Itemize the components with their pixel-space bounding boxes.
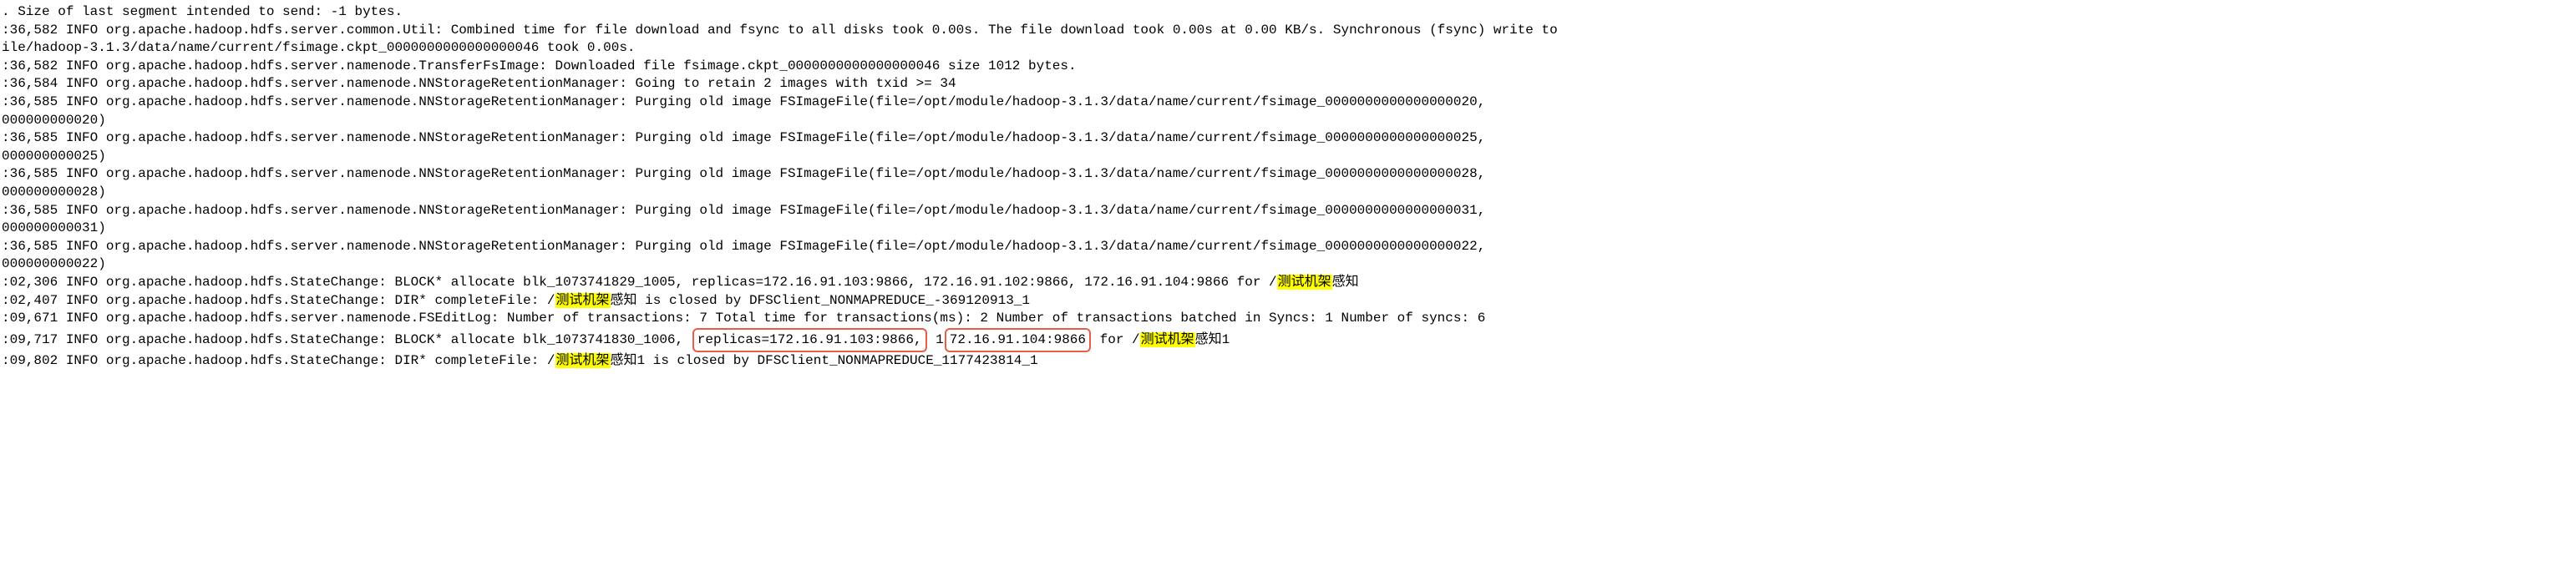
log-text: 感知 — [1332, 275, 1359, 290]
log-text: 感知1 — [1195, 332, 1230, 347]
log-text: 感知1 is closed by DFSClient_NONMAPREDUCE_… — [611, 353, 1038, 368]
log-line-block-allocate-boxed: :09,717 INFO org.apache.hadoop.hdfs.Stat… — [2, 328, 2574, 353]
log-line: :36,584 INFO org.apache.hadoop.hdfs.serv… — [2, 75, 2574, 93]
log-line-complete-file: :02,407 INFO org.apache.hadoop.hdfs.Stat… — [2, 292, 2574, 311]
highlight-text: 测试机架 — [1277, 275, 1332, 290]
highlight-text: 测试机架 — [555, 293, 611, 308]
highlight-text: 测试机架 — [1140, 332, 1195, 347]
log-line: ile/hadoop-3.1.3/data/name/current/fsima… — [2, 39, 2574, 58]
log-line: 000000000020) — [2, 112, 2574, 130]
log-text: 感知 is closed by DFSClient_NONMAPREDUCE_-… — [611, 293, 1030, 308]
log-line: :36,585 INFO org.apache.hadoop.hdfs.serv… — [2, 129, 2574, 148]
log-output: . Size of last segment intended to send:… — [0, 0, 2576, 374]
highlight-text: 测试机架 — [555, 353, 611, 368]
log-line: 000000000022) — [2, 255, 2574, 274]
log-line: :09,671 INFO org.apache.hadoop.hdfs.serv… — [2, 310, 2574, 328]
log-line-block-allocate: :02,306 INFO org.apache.hadoop.hdfs.Stat… — [2, 274, 2574, 292]
log-line: 000000000031) — [2, 220, 2574, 238]
annotation-box-replica-1: replicas=172.16.91.103:9866, — [692, 328, 927, 353]
log-line: . Size of last segment intended to send:… — [2, 3, 2574, 22]
log-line: 000000000028) — [2, 184, 2574, 202]
log-line: :36,582 INFO org.apache.hadoop.hdfs.serv… — [2, 58, 2574, 76]
log-text: :09,717 INFO org.apache.hadoop.hdfs.Stat… — [2, 332, 692, 347]
log-text: :09,802 INFO org.apache.hadoop.hdfs.Stat… — [2, 353, 555, 368]
log-text: 1 — [928, 332, 944, 347]
log-line: :36,585 INFO org.apache.hadoop.hdfs.serv… — [2, 165, 2574, 184]
log-line: :36,585 INFO org.apache.hadoop.hdfs.serv… — [2, 202, 2574, 220]
log-text: for / — [1092, 332, 1140, 347]
log-line: :36,585 INFO org.apache.hadoop.hdfs.serv… — [2, 238, 2574, 256]
log-line: :36,585 INFO org.apache.hadoop.hdfs.serv… — [2, 93, 2574, 112]
log-text: :02,407 INFO org.apache.hadoop.hdfs.Stat… — [2, 293, 555, 308]
log-line: :36,582 INFO org.apache.hadoop.hdfs.serv… — [2, 22, 2574, 40]
annotation-box-replica-2: 72.16.91.104:9866 — [945, 328, 1091, 353]
log-text: :02,306 INFO org.apache.hadoop.hdfs.Stat… — [2, 275, 1277, 290]
log-line-complete-file: :09,802 INFO org.apache.hadoop.hdfs.Stat… — [2, 352, 2574, 371]
log-line: 000000000025) — [2, 148, 2574, 166]
